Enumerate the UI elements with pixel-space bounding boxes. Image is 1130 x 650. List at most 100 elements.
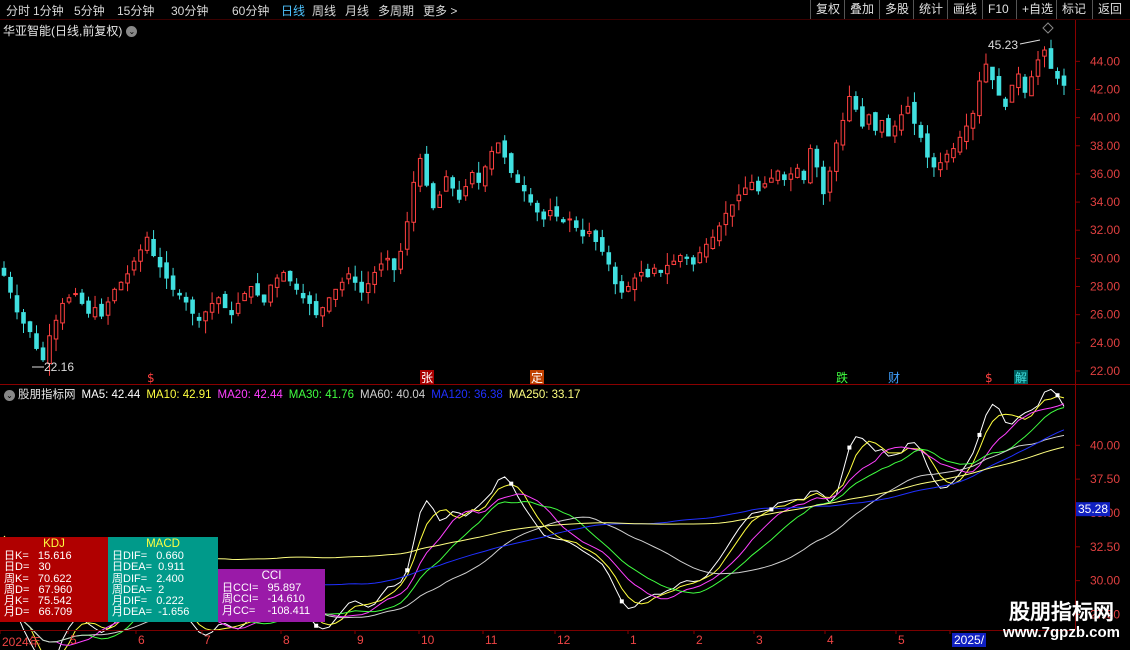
candle-body (372, 271, 377, 285)
date-label: 8 (283, 633, 290, 647)
candle-body (21, 312, 26, 324)
cci-row: 月CC= -108.411 (222, 604, 311, 617)
candle-body (60, 302, 65, 324)
candle-body (1, 267, 7, 276)
date-label: 12 (557, 633, 571, 647)
ma-value: MA10: 42.91 (146, 389, 212, 401)
kdj-row: 日D= 30 (4, 561, 51, 574)
date-label: 1 (630, 633, 637, 647)
date-axis: 2024年 5 6 7 8 9 10 11 12 1 2 3 4 5 2025/ (0, 630, 1075, 650)
candle-body (125, 273, 130, 284)
candle-body (775, 170, 781, 181)
candle-body (339, 281, 345, 291)
candle-body (287, 270, 293, 282)
candle-body (463, 186, 469, 197)
candle-body (632, 277, 638, 291)
indicator-title: 股朋指标网 (18, 389, 76, 401)
candle-body (378, 263, 384, 271)
candle-body (827, 170, 833, 193)
candle-body (398, 250, 403, 270)
candle-body (697, 252, 703, 264)
candle-body (430, 183, 436, 209)
event-marker: $ (985, 371, 993, 385)
candle-body (274, 277, 280, 288)
candle-body (53, 319, 59, 340)
candle-body (762, 183, 768, 188)
candle-body (352, 276, 358, 283)
candle-body (346, 273, 351, 280)
candle-body (469, 172, 475, 185)
candle-body (508, 153, 514, 174)
candle-body (541, 211, 547, 220)
macd-row: 日DEA= 0.911 (112, 561, 185, 574)
candle-body (782, 174, 787, 181)
macd-title: MACD (146, 538, 180, 550)
candle-body (938, 162, 943, 171)
price-tick-label: 28.00 (1090, 280, 1120, 294)
candle-body (704, 243, 709, 258)
candle-body (879, 119, 885, 133)
candle-body (1003, 98, 1008, 107)
signal-marker (314, 623, 319, 628)
candle-body (300, 292, 306, 299)
candle-body (691, 257, 696, 265)
watermark: 股朋指标网 www.7gpzb.com (1003, 602, 1120, 643)
ma-value: MA30: 41.76 (288, 389, 354, 401)
candle-body (40, 347, 46, 361)
candle-body (456, 189, 462, 200)
date-label: 3 (756, 633, 763, 647)
event-marker: 财 (888, 371, 900, 385)
current-value: 35.28 (1078, 502, 1108, 516)
price-tick-label: 38.00 (1090, 139, 1120, 153)
candle-body (294, 283, 299, 290)
candle-body (411, 181, 416, 223)
date-label: 4 (827, 633, 834, 647)
candle-body (164, 262, 169, 279)
candle-body (190, 299, 195, 314)
price-tick-label: 36.00 (1090, 167, 1120, 181)
price-tick-label: 24.00 (1090, 336, 1120, 350)
candle-body (66, 297, 72, 303)
candle-body (580, 229, 586, 237)
candle-body (1048, 48, 1054, 69)
candle-body (756, 180, 761, 192)
candle-body (912, 101, 917, 124)
candle-body (658, 269, 664, 273)
candle-body (183, 296, 189, 303)
sub-tick-label: 30.00 (1090, 574, 1120, 588)
candle-body (866, 114, 872, 125)
candle-body (86, 300, 91, 314)
event-marker: 解 (1015, 371, 1027, 385)
candle-body (326, 297, 332, 312)
candle-body (931, 157, 937, 168)
cci-row: 周CCI= -14.610 (222, 593, 305, 606)
candle-body (769, 177, 774, 183)
candle-body (795, 167, 800, 178)
candle-body (216, 297, 221, 305)
candle-body (151, 238, 156, 257)
candle-body (157, 256, 163, 268)
candle-body (918, 125, 924, 138)
date-label: 2025/ (952, 633, 987, 647)
ma-value: MA5: 42.44 (81, 389, 141, 401)
candle-body (983, 63, 989, 83)
macd-row: 月DEA= -1.656 (112, 606, 190, 619)
sub-tick-label: 32.50 (1090, 540, 1120, 554)
candle-body (626, 286, 631, 292)
candle-body (671, 260, 677, 265)
chevron-down-icon[interactable]: ⌄ (4, 390, 15, 401)
candle-body (515, 174, 521, 183)
candle-body (599, 237, 605, 252)
candle-body (586, 231, 592, 234)
price-tick-label: 32.00 (1090, 223, 1120, 237)
candle-body (34, 333, 39, 349)
date-label: 10 (421, 633, 435, 647)
candle-body (242, 293, 247, 302)
candle-body (645, 268, 651, 278)
candle-body (235, 302, 241, 314)
candle-body (619, 281, 625, 293)
candle-body (723, 212, 729, 226)
candle-body (990, 66, 995, 81)
ma-value: MA250: 33.17 (508, 389, 581, 401)
candle-body (443, 176, 449, 192)
